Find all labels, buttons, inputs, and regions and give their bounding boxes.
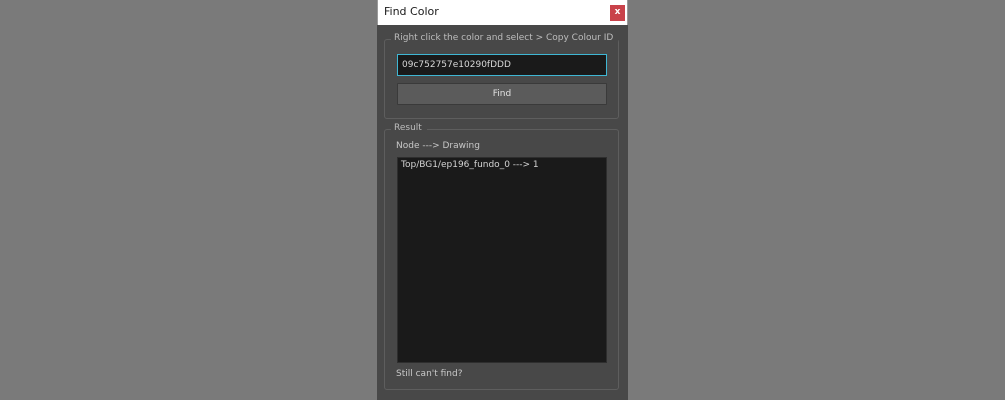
find-color-dialog: Find Color x Right click the color and s… bbox=[377, 0, 628, 400]
result-groupbox: Result Node ---> Drawing Top/BG1/ep196_f… bbox=[384, 123, 619, 390]
node-drawing-label: Node ---> Drawing bbox=[396, 141, 480, 151]
find-group-label: Right click the color and select > Copy … bbox=[391, 33, 619, 43]
color-id-input[interactable] bbox=[397, 54, 607, 76]
results-list[interactable]: Top/BG1/ep196_fundo_0 ---> 1 bbox=[397, 157, 607, 363]
window-title: Find Color bbox=[384, 5, 439, 18]
find-groupbox: Right click the color and select > Copy … bbox=[384, 33, 619, 119]
still-cant-find-text: Still can't find? bbox=[396, 369, 463, 379]
find-button[interactable]: Find bbox=[397, 83, 607, 105]
title-bar[interactable]: Find Color x bbox=[377, 0, 628, 25]
close-button[interactable]: x bbox=[610, 5, 625, 21]
result-group-label: Result bbox=[391, 123, 427, 133]
result-item[interactable]: Top/BG1/ep196_fundo_0 ---> 1 bbox=[398, 158, 606, 172]
